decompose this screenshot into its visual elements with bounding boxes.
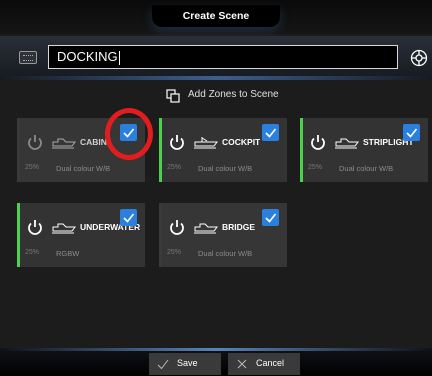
zone-name: COCKPIT [222, 137, 261, 147]
cancel-button[interactable]: Cancel [228, 353, 300, 375]
scene-name-row: DOCKING [0, 36, 432, 80]
target-icon[interactable] [410, 49, 428, 67]
zone-checkbox[interactable] [262, 209, 279, 226]
zone-type: Dual colour W/B [198, 249, 253, 258]
keyboard-icon[interactable] [19, 51, 37, 64]
zone-card-striplight[interactable]: 25% STRIPLIGHT Dual colour W/B [300, 118, 428, 182]
zone-brightness: 25% [25, 249, 40, 256]
zone-card-underwater[interactable]: 25% UNDERWATER RGBW [17, 203, 145, 267]
zone-brightness: 25% [308, 164, 323, 171]
power-icon[interactable] [168, 218, 186, 236]
zone-checkbox[interactable] [403, 124, 420, 141]
boat-icon [335, 138, 359, 149]
zone-name: BRIDGE [222, 222, 256, 232]
power-icon[interactable] [309, 133, 327, 151]
zone-type: Dual colour W/B [198, 164, 253, 173]
add-zones-button[interactable]: Add Zones to Scene [0, 88, 432, 104]
power-icon[interactable] [26, 133, 44, 151]
zone-name: CABIN [80, 137, 107, 147]
zone-brightness: 25% [167, 249, 182, 256]
scene-name-value: DOCKING [57, 49, 118, 64]
page-title: Create Scene [152, 5, 280, 27]
save-label: Save [177, 358, 198, 368]
boat-icon [52, 223, 76, 234]
save-button[interactable]: Save [149, 353, 221, 375]
zone-card-bridge[interactable]: 25% BRIDGE Dual colour W/B [159, 203, 287, 267]
scene-name-input[interactable]: DOCKING [48, 45, 398, 69]
zone-brightness: 25% [167, 164, 182, 171]
power-icon[interactable] [168, 133, 186, 151]
zone-checkbox[interactable] [262, 124, 279, 141]
boat-icon [52, 138, 76, 149]
zone-checkbox[interactable] [120, 209, 137, 226]
add-zones-label: Add Zones to Scene [188, 89, 279, 100]
zone-type: RGBW [56, 249, 80, 258]
zone-type: Dual colour W/B [56, 164, 111, 173]
layers-icon [166, 89, 180, 103]
close-icon [237, 359, 247, 369]
checkmark-icon [157, 359, 169, 370]
power-icon[interactable] [26, 218, 44, 236]
zone-card-cockpit[interactable]: 25% COCKPIT Dual colour W/B [159, 118, 287, 182]
sailboat-icon [194, 137, 218, 149]
boat-icon [194, 223, 218, 234]
cancel-label: Cancel [256, 358, 285, 368]
title-bar: Create Scene [0, 0, 432, 34]
zone-brightness: 25% [25, 164, 40, 171]
highlight-circle [105, 108, 153, 160]
zone-type: Dual colour W/B [339, 164, 394, 173]
